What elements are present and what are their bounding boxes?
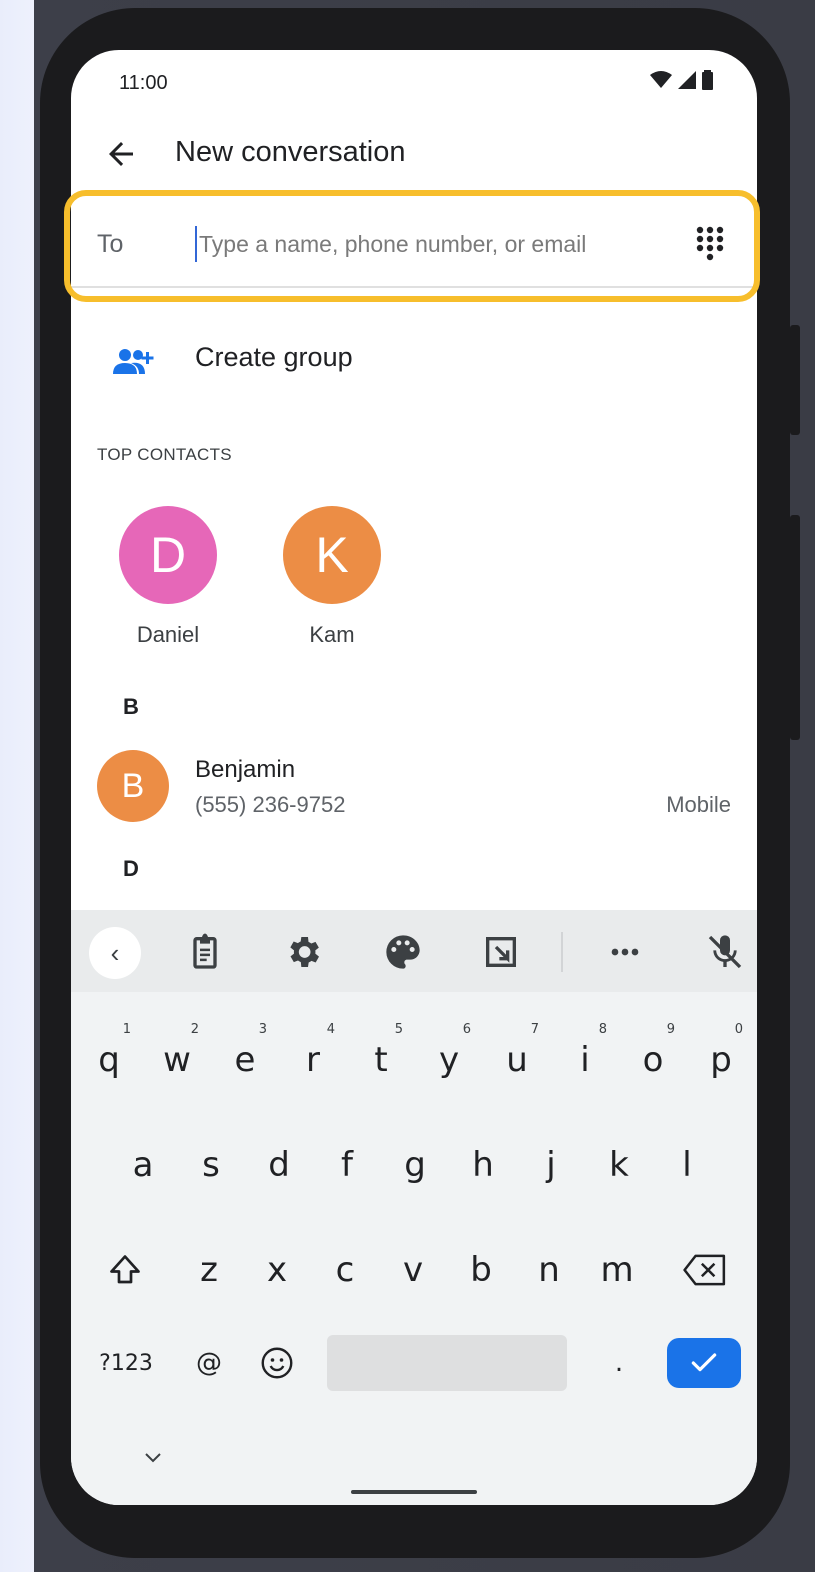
key-g[interactable]: g — [385, 1125, 445, 1205]
key-q[interactable]: q1 — [79, 1020, 139, 1100]
avatar-initial: B — [121, 766, 145, 805]
key-label: o — [642, 1040, 664, 1080]
period-key[interactable]: . — [589, 1323, 649, 1403]
key-m[interactable]: m — [587, 1230, 647, 1310]
contact-row-benjamin[interactable]: B Benjamin (555) 236-9752 Mobile — [71, 744, 757, 828]
avatar-initial: D — [149, 527, 187, 583]
key-a[interactable]: a — [113, 1125, 173, 1205]
home-indicator[interactable] — [351, 1490, 477, 1494]
key-hint: 5 — [394, 1022, 403, 1037]
enter-key[interactable] — [667, 1338, 741, 1388]
key-label: i — [580, 1040, 590, 1080]
top-contacts-header: TOP CONTACTS — [97, 445, 232, 464]
symbols-key[interactable]: ?123 — [91, 1323, 161, 1403]
key-f[interactable]: f — [317, 1125, 377, 1205]
create-group-button[interactable]: Create group — [195, 342, 353, 373]
key-n[interactable]: n — [519, 1230, 579, 1310]
group-add-icon[interactable] — [111, 346, 155, 378]
backspace-key[interactable] — [675, 1230, 735, 1310]
highlight-frame — [64, 190, 760, 302]
emoji-icon — [261, 1347, 293, 1379]
key-v[interactable]: v — [383, 1230, 443, 1310]
key-label: w — [163, 1040, 191, 1080]
gear-icon[interactable] — [283, 932, 323, 972]
signal-icon — [678, 71, 696, 89]
key-e[interactable]: e3 — [215, 1020, 275, 1100]
contact-name-daniel: Daniel — [136, 622, 200, 647]
shift-icon — [110, 1255, 140, 1284]
key-hint: 0 — [734, 1022, 743, 1037]
key-hint: 8 — [598, 1022, 607, 1037]
toolbar-divider — [561, 932, 563, 972]
key-k[interactable]: k — [589, 1125, 649, 1205]
key-t[interactable]: t5 — [351, 1020, 411, 1100]
palette-icon[interactable] — [383, 932, 423, 972]
back-arrow-icon[interactable] — [103, 136, 139, 172]
key-label: q — [98, 1040, 120, 1080]
key-j[interactable]: j — [521, 1125, 581, 1205]
avatar-daniel[interactable]: D — [119, 506, 217, 604]
key-i[interactable]: i8 — [555, 1020, 615, 1100]
key-label: u — [506, 1040, 528, 1080]
shift-key[interactable] — [95, 1230, 155, 1310]
mic-off-icon[interactable] — [705, 932, 745, 972]
key-w[interactable]: w2 — [147, 1020, 207, 1100]
keyboard-toolbar: ‹ — [71, 910, 757, 992]
checkmark-icon — [691, 1353, 717, 1372]
avatar-benjamin: B — [97, 750, 169, 822]
chevron-left-icon[interactable]: ‹ — [89, 927, 141, 979]
key-label: r — [306, 1040, 320, 1080]
key-hint: 1 — [122, 1022, 131, 1037]
keyboard: ‹ q1 w2 e3 r4 t5 y6 u7 i8 o9 p0 a s d f … — [71, 910, 757, 1505]
chevron-down-icon[interactable] — [141, 1450, 165, 1466]
key-hint: 2 — [190, 1022, 199, 1037]
key-hint: 6 — [462, 1022, 471, 1037]
page-title: New conversation — [175, 136, 406, 168]
clipboard-icon[interactable] — [185, 932, 225, 972]
key-label: y — [438, 1040, 460, 1080]
key-d[interactable]: d — [249, 1125, 309, 1205]
key-p[interactable]: p0 — [691, 1020, 751, 1100]
key-label: t — [374, 1040, 388, 1080]
key-label: p — [710, 1040, 732, 1080]
battery-icon — [702, 70, 713, 90]
volume-button — [790, 515, 800, 740]
contact-name-kam: Kam — [309, 622, 355, 647]
contact-phone: (555) 236-9752 — [195, 792, 346, 817]
status-time: 11:00 — [119, 72, 168, 94]
key-c[interactable]: c — [315, 1230, 375, 1310]
avatar-initial: K — [315, 527, 349, 583]
key-label: e — [234, 1040, 256, 1080]
section-letter-b: B — [123, 694, 139, 719]
section-letter-d: D — [123, 856, 139, 881]
key-l[interactable]: l — [657, 1125, 717, 1205]
key-hint: 4 — [326, 1022, 335, 1037]
contact-phone-type: Mobile — [666, 792, 731, 817]
emoji-key[interactable] — [247, 1323, 307, 1403]
contact-name: Benjamin — [195, 756, 296, 783]
key-hint: 7 — [530, 1022, 539, 1037]
space-key[interactable] — [327, 1335, 567, 1391]
at-key[interactable]: @ — [179, 1323, 239, 1403]
key-u[interactable]: u7 — [487, 1020, 547, 1100]
key-z[interactable]: z — [179, 1230, 239, 1310]
key-h[interactable]: h — [453, 1125, 513, 1205]
more-icon[interactable] — [605, 932, 645, 972]
key-hint: 3 — [258, 1022, 267, 1037]
floating-keyboard-icon[interactable] — [481, 932, 521, 972]
power-button — [790, 325, 800, 435]
key-x[interactable]: x — [247, 1230, 307, 1310]
key-o[interactable]: o9 — [623, 1020, 683, 1100]
status-icons — [650, 70, 713, 90]
key-y[interactable]: y6 — [419, 1020, 479, 1100]
avatar-kam[interactable]: K — [283, 506, 381, 604]
wifi-icon — [650, 71, 672, 88]
key-b[interactable]: b — [451, 1230, 511, 1310]
backspace-icon — [683, 1254, 726, 1286]
key-r[interactable]: r4 — [283, 1020, 343, 1100]
key-s[interactable]: s — [181, 1125, 241, 1205]
key-hint: 9 — [666, 1022, 675, 1037]
